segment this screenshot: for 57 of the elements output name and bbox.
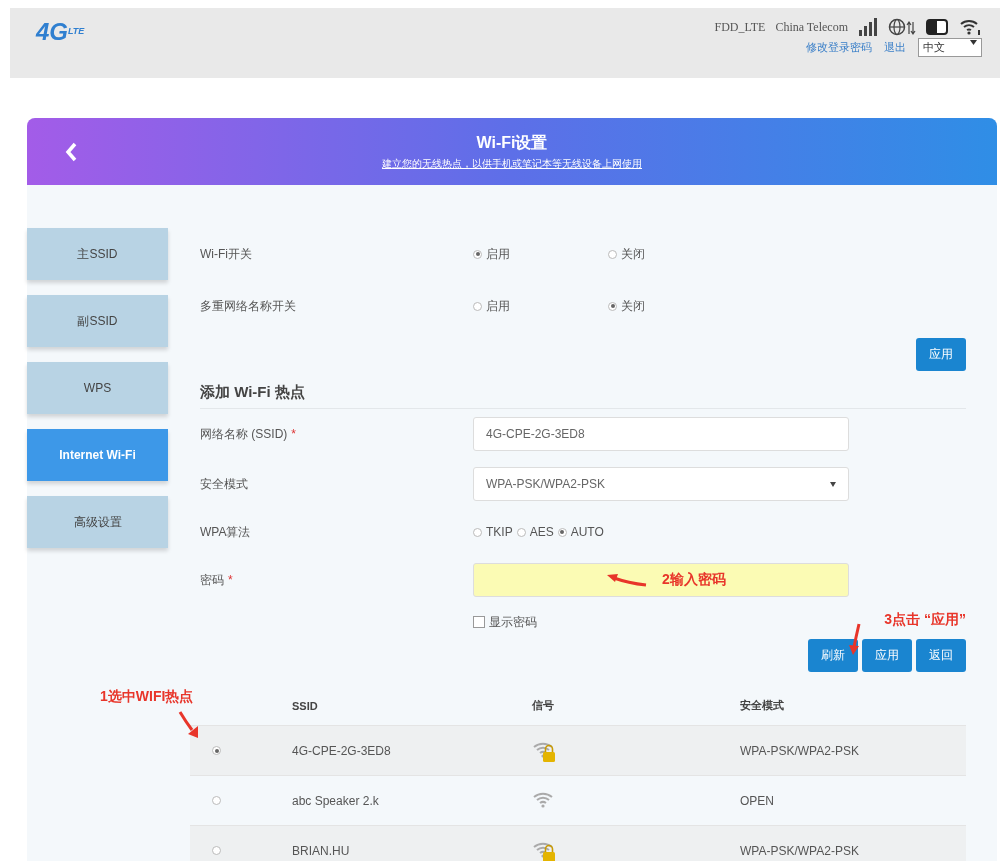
radio-option[interactable]: TKIP	[473, 525, 513, 539]
row-radio[interactable]	[212, 746, 221, 755]
back-icon[interactable]	[65, 142, 77, 162]
sidebar-tab[interactable]: 主SSID	[27, 228, 168, 280]
annotation-text: 1选中WIFI热点	[100, 688, 194, 706]
security-cell-text: WPA-PSK/WPA2-PSK	[740, 743, 860, 758]
field-label: 多重网络名称开关	[200, 297, 297, 315]
row-radio[interactable]	[212, 846, 221, 855]
ssid-cell-text: 4G-CPE-2G-3ED8	[292, 743, 392, 758]
carrier-name: China Telecom	[775, 19, 848, 35]
annotation-arrow	[606, 573, 648, 587]
security-select[interactable]: WPA-PSK/WPA2-PSK	[473, 467, 849, 501]
header-link[interactable]: 修改登录密码	[806, 40, 872, 55]
field-label: WPA算法	[200, 523, 252, 541]
wifi-icon	[960, 18, 982, 36]
caret-icon	[830, 481, 836, 487]
show-password-checkbox[interactable]: 显示密码	[473, 613, 537, 631]
radio-option[interactable]: AES	[516, 525, 554, 539]
field-label: 网络名称 (SSID) *	[200, 425, 297, 443]
column-header: SSID	[292, 699, 319, 712]
page-subtitle: 建立您的无线热点，以供手机或笔记本等无线设备上网使用	[382, 156, 642, 171]
row-radio[interactable]	[212, 796, 221, 805]
action-button[interactable]: 刷新	[808, 639, 858, 672]
radio-option[interactable]: 关闭	[608, 297, 645, 315]
field-label: Wi-Fi开关	[200, 245, 253, 263]
header-link[interactable]: 退出	[884, 40, 906, 55]
caret-icon	[970, 40, 977, 45]
page-title: Wi-Fi设置	[476, 132, 548, 153]
column-header: 信号	[532, 698, 555, 713]
action-button[interactable]: 返回	[916, 639, 966, 672]
radio-option[interactable]: AUTO	[557, 525, 604, 539]
ssid-cell-text: BRIAN.HU	[292, 843, 351, 858]
sidebar-tab[interactable]: WPS	[27, 362, 168, 414]
radio-option[interactable]: 启用	[473, 297, 510, 315]
sidebar-tab[interactable]: 副SSID	[27, 295, 168, 347]
radio-option[interactable]: 启用	[473, 245, 510, 263]
annotation-text: 2输入密码	[662, 571, 726, 589]
ssid-input[interactable]: 4G-CPE-2G-3ED8	[473, 417, 849, 451]
security-cell-text: OPEN	[740, 793, 775, 808]
battery-icon	[926, 18, 950, 36]
column-header: 安全模式	[740, 698, 785, 713]
ssid-cell-text: abc Speaker 2.k	[292, 793, 380, 808]
language-select[interactable]: 中文	[918, 38, 982, 57]
annotation-arrow	[848, 623, 862, 657]
annotation-text: 3点击 “应用”	[884, 611, 966, 629]
field-label: 密码 *	[200, 571, 234, 589]
network-type: FDD_LTE	[714, 19, 766, 35]
radio-option[interactable]: 关闭	[608, 245, 645, 263]
sidebar-tab[interactable]: 高级设置	[27, 496, 168, 548]
security-cell-text: WPA-PSK/WPA2-PSK	[740, 843, 860, 858]
field-label: 安全模式	[200, 475, 249, 493]
action-button[interactable]: 应用	[862, 639, 912, 672]
section-title: 添加 Wi-Fi 热点	[200, 371, 966, 409]
password-input[interactable]: 2输入密码	[473, 563, 849, 597]
apply-button[interactable]: 应用	[916, 338, 966, 371]
globe-icon	[888, 18, 916, 36]
signal-icon	[858, 18, 878, 36]
